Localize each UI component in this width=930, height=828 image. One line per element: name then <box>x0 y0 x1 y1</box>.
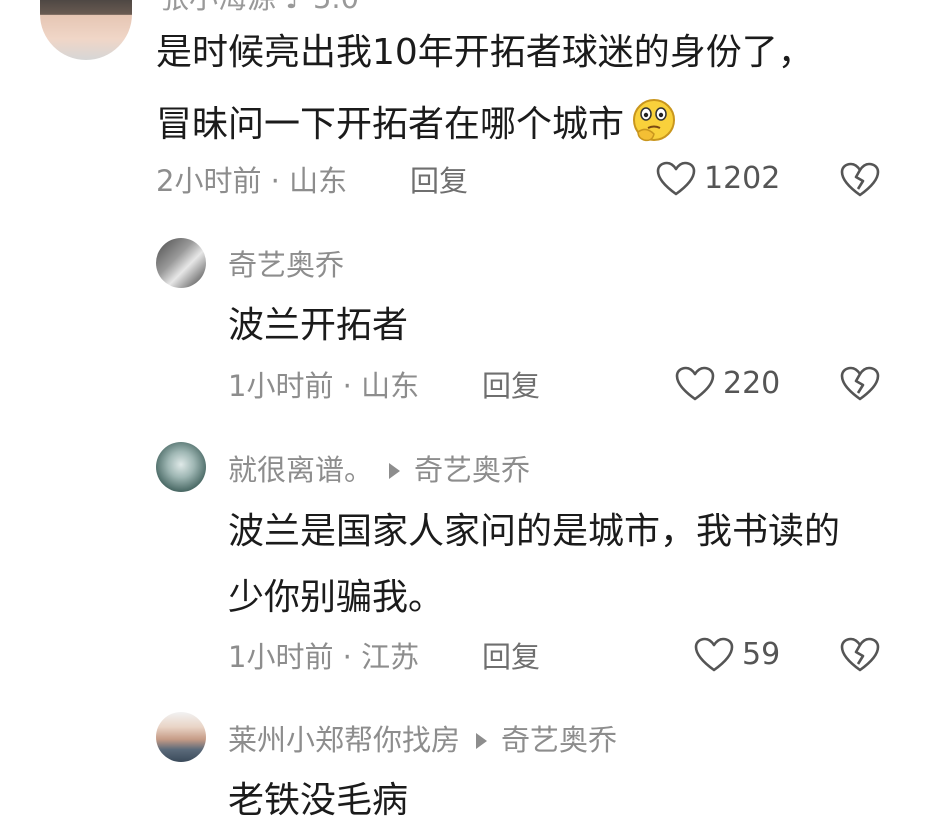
avatar[interactable] <box>156 712 206 762</box>
username[interactable]: 张小海源 ♪ 5.0 <box>160 0 359 16</box>
username[interactable]: 就很离谱。 奇艺奥乔 <box>228 452 530 488</box>
like-count: 59 <box>742 637 781 672</box>
like-button[interactable]: 59 <box>694 637 780 673</box>
broken-heart-icon[interactable] <box>840 366 880 406</box>
heart-outline-icon <box>675 366 715 401</box>
like-count: 220 <box>723 366 781 401</box>
avatar[interactable] <box>40 0 132 60</box>
comment-text: 波兰是国家人家问的是城市，我书读的 <box>228 511 841 552</box>
comment-text: 老铁没毛病 <box>228 780 409 821</box>
reply-to-username: 奇艺奥乔 <box>501 723 618 757</box>
thinking-face-icon <box>630 98 678 156</box>
triangle-right-icon <box>476 732 488 749</box>
heart-outline-icon <box>694 637 734 672</box>
avatar[interactable] <box>156 238 206 288</box>
username[interactable]: 奇艺奥乔 <box>228 247 344 283</box>
like-button[interactable]: 220 <box>675 366 780 402</box>
comment-text: 冒昧问一下开拓者在哪个城市 <box>156 98 678 156</box>
username-text: 就很离谱。 <box>228 453 374 487</box>
reply-button[interactable]: 回复 <box>482 639 540 675</box>
like-count: 1202 <box>704 161 781 196</box>
avatar[interactable] <box>156 442 206 492</box>
broken-heart-icon[interactable] <box>840 637 880 677</box>
comment-meta: 1小时前 · 山东 <box>228 369 420 403</box>
broken-heart-icon[interactable] <box>840 162 880 202</box>
comment-meta: 1小时前 · 江苏 <box>228 640 420 674</box>
reply-button[interactable]: 回复 <box>410 163 468 199</box>
comment-text: 是时候亮出我10年开拓者球迷的身份了， <box>156 32 814 73</box>
reply-button[interactable]: 回复 <box>482 368 540 404</box>
comment-text: 少你别骗我。 <box>228 577 445 618</box>
like-button[interactable]: 1202 <box>656 161 780 197</box>
username[interactable]: 莱州小郑帮你找房 奇艺奥乔 <box>228 722 617 758</box>
username-text: 莱州小郑帮你找房 <box>228 723 461 757</box>
heart-outline-icon <box>656 161 696 196</box>
triangle-right-icon <box>389 462 401 479</box>
comment-meta: 2小时前 · 山东 <box>156 164 348 198</box>
comment-text-line: 冒昧问一下开拓者在哪个城市 <box>156 104 625 145</box>
comment-text: 波兰开拓者 <box>228 305 409 346</box>
reply-to-username: 奇艺奥乔 <box>414 453 531 487</box>
